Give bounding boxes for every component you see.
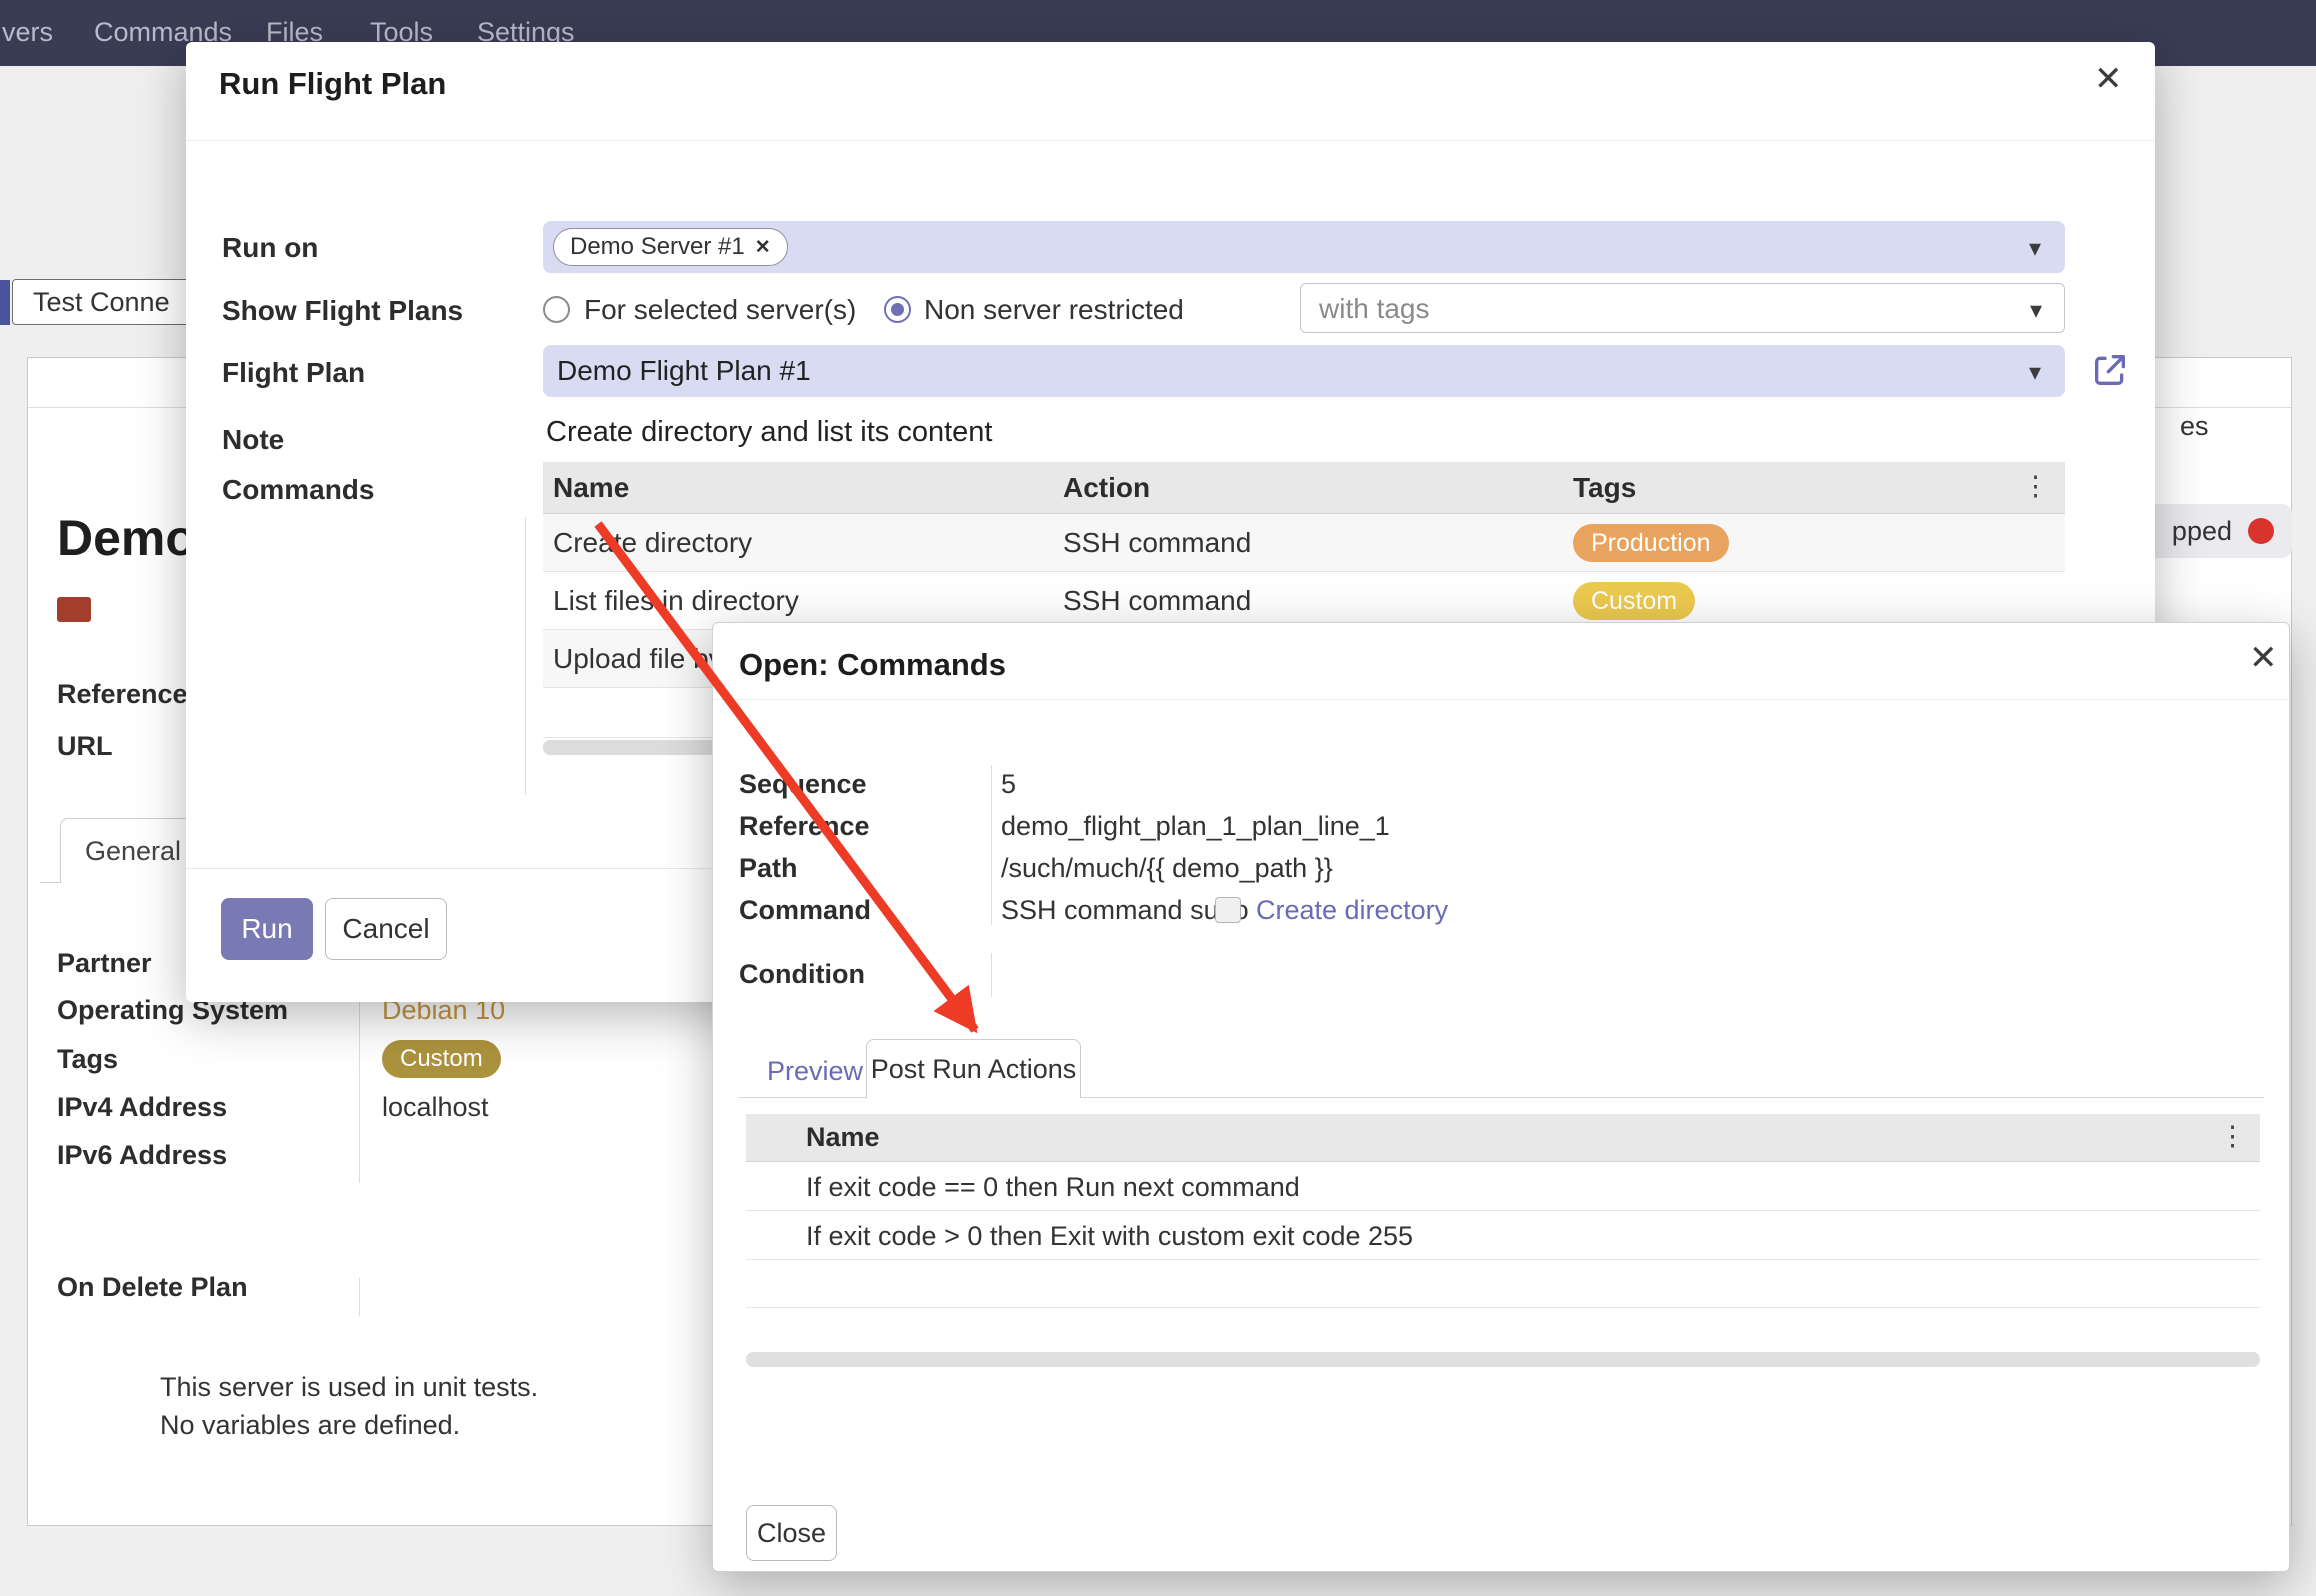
close-button[interactable]: Close bbox=[746, 1505, 837, 1561]
test-connection-label: Test Conne bbox=[33, 287, 170, 318]
server-tag[interactable]: Demo Server #1 ✕ bbox=[553, 228, 788, 266]
commands-detail-modal: Open: Commands ✕ Sequence Reference Path… bbox=[712, 622, 2290, 1572]
tag-badge-custom: Custom bbox=[382, 1040, 501, 1078]
cell-name: Create directory bbox=[553, 527, 752, 559]
with-tags-select[interactable]: with tags ▾ bbox=[1300, 283, 2065, 333]
chevron-down-icon: ▾ bbox=[2030, 296, 2042, 325]
table-row-empty bbox=[746, 1260, 2260, 1308]
field-label-flight-plan: Flight Plan bbox=[222, 357, 365, 389]
flight-plan-description: Create directory and list its content bbox=[546, 416, 992, 449]
divider bbox=[525, 517, 526, 795]
column-header-name: Name bbox=[806, 1122, 880, 1153]
run-button[interactable]: Run bbox=[221, 898, 313, 960]
table-row[interactable]: Create directory SSH command Production bbox=[543, 514, 2065, 572]
cancel-button[interactable]: Cancel bbox=[325, 898, 447, 960]
server-title: Demo bbox=[57, 509, 196, 567]
truncated-text-fragment: es bbox=[2180, 411, 2209, 442]
close-icon[interactable]: ✕ bbox=[2094, 62, 2123, 96]
radio-for-selected-servers[interactable] bbox=[543, 296, 570, 323]
tag-badge-custom: Custom bbox=[1573, 582, 1695, 620]
field-label-show-flight-plans: Show Flight Plans bbox=[222, 295, 463, 327]
cut-off-button-fragment[interactable] bbox=[0, 280, 10, 325]
test-connection-button[interactable]: Test Conne bbox=[12, 279, 212, 325]
field-label-path: Path bbox=[739, 853, 798, 884]
cell-name: If exit code > 0 then Exit with custom e… bbox=[806, 1221, 1413, 1252]
close-button-label: Close bbox=[757, 1518, 826, 1549]
field-label-sequence: Sequence bbox=[739, 769, 867, 800]
field-label-run-on: Run on bbox=[222, 232, 318, 264]
field-label-partner: Partner bbox=[57, 948, 152, 979]
tag-badge-production: Production bbox=[1573, 524, 1729, 562]
table-options-icon[interactable]: ⋮ bbox=[2219, 1122, 2246, 1152]
status-red-dot-icon bbox=[2248, 518, 2274, 544]
field-label-commands: Commands bbox=[222, 474, 374, 506]
run-button-label: Run bbox=[241, 913, 292, 945]
modal-title: Run Flight Plan bbox=[219, 66, 446, 102]
field-label-reference: Reference bbox=[739, 811, 870, 842]
status-label: pped bbox=[2172, 516, 2232, 547]
column-header-action: Action bbox=[1063, 472, 1150, 504]
cell-name: List files in directory bbox=[553, 585, 799, 617]
field-label-tags: Tags bbox=[57, 1044, 118, 1075]
cell-name: If exit code == 0 then Run next command bbox=[806, 1172, 1300, 1203]
column-header-name: Name bbox=[553, 472, 629, 504]
command-value: SSH command sudo bbox=[1001, 895, 1249, 926]
table-row[interactable]: If exit code > 0 then Exit with custom e… bbox=[746, 1211, 2260, 1260]
screen: vers Commands Files Tools Settings Test … bbox=[0, 0, 2316, 1596]
radio-non-server-restricted[interactable] bbox=[884, 296, 911, 323]
cell-action: SSH command bbox=[1063, 527, 1251, 559]
cell-action: SSH command bbox=[1063, 585, 1251, 617]
nav-item-servers[interactable]: vers bbox=[2, 17, 53, 48]
unit-test-note-line1: This server is used in unit tests. bbox=[160, 1372, 538, 1403]
field-label-condition: Condition bbox=[739, 959, 865, 990]
sequence-value: 5 bbox=[1001, 769, 1016, 800]
reference-value: demo_flight_plan_1_plan_line_1 bbox=[1001, 811, 1390, 842]
tab-preview[interactable]: Preview bbox=[767, 1056, 863, 1087]
table-row[interactable]: If exit code == 0 then Run next command bbox=[746, 1162, 2260, 1211]
chevron-down-icon: ▾ bbox=[2029, 234, 2041, 263]
ipv4-value: localhost bbox=[382, 1092, 489, 1123]
command-checkbox[interactable] bbox=[1215, 897, 1241, 923]
horizontal-scrollbar[interactable] bbox=[746, 1352, 2260, 1367]
field-label-reference: Reference bbox=[57, 679, 188, 710]
commands-table-header: Name Action Tags ⋮ bbox=[543, 462, 2065, 514]
divider bbox=[186, 140, 2155, 141]
field-label-note: Note bbox=[222, 424, 284, 456]
divider bbox=[359, 1278, 360, 1316]
table-options-icon[interactable]: ⋮ bbox=[2022, 472, 2049, 502]
close-icon[interactable]: ✕ bbox=[2249, 641, 2278, 675]
flight-plan-select[interactable]: Demo Flight Plan #1 ▾ bbox=[543, 345, 2065, 397]
server-tag-label: Demo Server #1 bbox=[570, 233, 745, 261]
cancel-button-label: Cancel bbox=[342, 913, 429, 945]
run-on-select[interactable]: Demo Server #1 ✕ ▾ bbox=[543, 221, 2065, 273]
external-link-icon[interactable] bbox=[2090, 350, 2130, 390]
tab-post-run-actions[interactable]: Post Run Actions bbox=[866, 1039, 1081, 1098]
flight-plan-value: Demo Flight Plan #1 bbox=[557, 355, 811, 387]
divider bbox=[991, 953, 992, 997]
field-label-ipv4: IPv4 Address bbox=[57, 1092, 227, 1123]
field-label-on-delete-plan: On Delete Plan bbox=[57, 1272, 248, 1303]
field-label-ipv6: IPv6 Address bbox=[57, 1140, 227, 1171]
tab-post-run-actions-label: Post Run Actions bbox=[871, 1054, 1077, 1085]
divider bbox=[991, 765, 992, 925]
field-label-url: URL bbox=[57, 731, 113, 762]
post-run-actions-table-header: Name ⋮ bbox=[746, 1114, 2260, 1162]
unit-test-note-line2: No variables are defined. bbox=[160, 1410, 460, 1441]
tab-general-label: General bbox=[85, 836, 181, 867]
with-tags-placeholder: with tags bbox=[1319, 293, 1430, 325]
radio-for-selected-servers-label: For selected server(s) bbox=[584, 294, 856, 326]
chevron-down-icon: ▾ bbox=[2029, 358, 2041, 387]
field-label-command: Command bbox=[739, 895, 871, 926]
cell-name: Upload file by bbox=[553, 643, 723, 675]
column-header-tags: Tags bbox=[1573, 472, 1636, 504]
path-value: /such/much/{{ demo_path }} bbox=[1001, 853, 1333, 884]
modal-title: Open: Commands bbox=[739, 647, 1006, 683]
color-swatch[interactable] bbox=[57, 597, 91, 622]
tag-remove-icon[interactable]: ✕ bbox=[755, 236, 771, 259]
create-directory-link[interactable]: Create directory bbox=[1256, 895, 1448, 926]
divider bbox=[713, 699, 2289, 700]
radio-non-server-restricted-label: Non server restricted bbox=[924, 294, 1184, 326]
